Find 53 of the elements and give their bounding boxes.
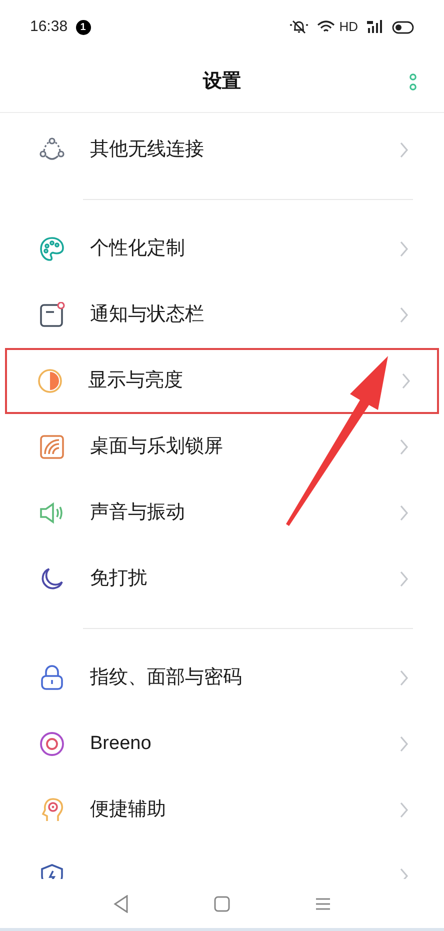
head-target-icon <box>39 797 65 823</box>
palette-icon <box>39 236 65 262</box>
settings-row[interactable]: 个性化定制 <box>5 216 439 282</box>
ring-icon <box>39 731 65 757</box>
battery-icon <box>392 20 414 34</box>
settings-label: 通知与状态栏 <box>90 302 204 327</box>
settings-row[interactable]: 桌面与乐划锁屏 <box>5 414 439 480</box>
settings-row[interactable]: 其他无线连接 <box>5 117 439 183</box>
wifi-icon <box>317 20 336 34</box>
lock-icon <box>39 665 65 691</box>
speaker-icon <box>39 500 65 526</box>
settings-label: 显示与亮度 <box>88 368 183 393</box>
chevron-right-icon <box>399 570 409 588</box>
settings-row[interactable]: 通知与状态栏 <box>5 282 439 348</box>
settings-label: Breeno <box>90 732 152 756</box>
more-options-icon <box>409 73 417 91</box>
moon-icon <box>39 566 65 592</box>
chevron-right-icon <box>399 306 409 324</box>
chevron-right-icon <box>399 240 409 258</box>
settings-label: 其他无线连接 <box>90 138 204 162</box>
menu-icon[interactable] <box>315 896 332 910</box>
chevron-right-icon <box>399 801 409 819</box>
settings-label: 个性化定制 <box>90 236 185 261</box>
chevron-right-icon <box>399 141 409 159</box>
wallpaper-icon <box>39 434 65 460</box>
chevron-right-icon <box>399 669 409 687</box>
settings-row[interactable]: 显示与亮度 <box>5 348 439 414</box>
network-type-label: HD <box>339 18 358 36</box>
settings-label: 指纹、面部与密码 <box>90 666 242 690</box>
chevron-right-icon <box>399 504 409 522</box>
settings-label: 桌面与乐划锁屏 <box>90 434 223 459</box>
notification-count-badge: 1 <box>76 20 91 34</box>
connection-nodes-icon <box>39 137 65 163</box>
chevron-right-icon <box>399 438 409 456</box>
half-circle-brightness-icon <box>37 368 63 394</box>
settings-row[interactable]: 便捷辅助 <box>5 777 439 843</box>
settings-row[interactable]: 免打扰 <box>5 546 439 612</box>
back-icon[interactable] <box>112 894 129 912</box>
home-icon[interactable] <box>214 896 230 912</box>
settings-row[interactable]: 指纹、面部与密码 <box>5 645 439 711</box>
chevron-right-icon <box>401 372 411 390</box>
settings-row[interactable]: 声音与振动 <box>5 480 439 546</box>
clock-time: 16:38 <box>30 16 68 37</box>
settings-label: 声音与振动 <box>90 500 185 525</box>
muted-bell-icon <box>289 20 310 34</box>
more-options-button[interactable] <box>408 72 418 92</box>
page-title: 设置 <box>203 70 241 94</box>
settings-row[interactable]: Breeno <box>5 711 439 777</box>
settings-label: 便捷辅助 <box>90 798 166 822</box>
cellular-signal-icon <box>366 20 384 34</box>
notification-panel-icon <box>39 302 65 328</box>
settings-label: 免打扰 <box>90 566 147 591</box>
chevron-right-icon <box>399 735 409 753</box>
